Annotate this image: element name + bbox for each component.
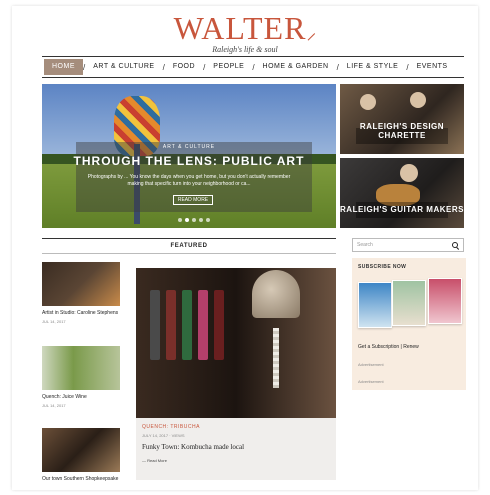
slider-dot[interactable] [192,218,196,222]
page-frame: WALTER⸝ Raleigh's life & soul HOME / ART… [12,6,478,490]
beer-tap [166,290,176,360]
big-card-meta: JULY 14, 2017 · VIEWS [142,433,185,438]
featured-heading: FEATURED [42,238,336,254]
featured-card[interactable]: Quench: Juice Wine JUL 14, 2017 [42,346,120,408]
card-image [42,428,120,472]
nav-item-events[interactable]: EVENTS [409,59,456,75]
side-story-label: RALEIGH'S DESIGN CHARETTE [359,122,445,140]
beer-tap [150,290,160,360]
card-image [42,346,120,390]
search-icon[interactable] [452,241,459,249]
slider-dots [178,218,210,222]
nav-item-art-culture[interactable]: ART & CULTURE [85,59,162,75]
side-story-guitar-makers[interactable]: RALEIGH'S GUITAR MAKERS [340,158,464,228]
beer-tap [214,290,224,360]
nav-item-food[interactable]: FOOD [165,59,203,75]
featured-card[interactable]: Artist in Studio: Caroline Stephens JUL … [42,262,120,324]
read-more-button[interactable]: READ MORE [173,195,213,205]
site-tagline: Raleigh's life & soul [212,45,278,54]
sidebar: Search SUBSCRIBE NOW Get a Subscription … [348,238,472,390]
advertisement-label: Advertisement [358,379,384,384]
hero-description: Photographs by ... You know the days whe… [87,174,291,187]
search-placeholder: Search [357,242,373,248]
logo-swash-icon: ⸝ [306,22,317,44]
hero-slider[interactable]: ART & CULTURE THROUGH THE LENS: PUBLIC A… [42,84,336,228]
hero-title[interactable]: THROUGH THE LENS: PUBLIC ART [42,154,336,168]
nav-item-people[interactable]: PEOPLE [205,59,252,75]
beer-tap [182,290,192,360]
card-title[interactable]: Quench: Juice Wine [42,394,120,400]
magazine-cover [392,280,426,326]
hero-kicker[interactable]: ART & CULTURE [42,144,336,150]
subscribe-box: SUBSCRIBE NOW Get a Subscription | Renew… [352,258,466,390]
person-figure [400,164,418,182]
beer-tap [198,290,208,360]
card-meta: JUL 14, 2017 [42,403,66,408]
big-card-image [136,268,336,418]
big-card-title[interactable]: Funky Town: Kombucha made local [142,443,330,451]
big-featured-card[interactable]: QUENCH: TRIBUCHA JULY 14, 2017 · VIEWS F… [136,268,336,480]
side-story-label: RALEIGH'S GUITAR MAKERS [340,205,464,214]
slider-dot-active[interactable] [185,218,189,222]
advertisement-label: Advertisement [358,362,384,367]
card-title[interactable]: Our town Southern Shopkeepsake [42,476,120,482]
slider-dot[interactable] [199,218,203,222]
big-card-kicker[interactable]: QUENCH: TRIBUCHA [142,424,330,430]
slider-dot[interactable] [206,218,210,222]
read-more-link[interactable]: — Read More [142,458,330,463]
logo-text: WALTER [173,10,307,46]
nav-item-home-garden[interactable]: HOME & GARDEN [255,59,337,75]
nav-item-life-style[interactable]: LIFE & STYLE [339,59,407,75]
magazine-cover [358,282,392,328]
bell-image [252,270,300,318]
search-input[interactable]: Search [352,238,464,252]
main-nav: HOME / ART & CULTURE / FOOD / PEOPLE / H… [42,56,464,78]
card-title[interactable]: Artist in Studio: Caroline Stephens [42,310,120,316]
card-image [42,262,120,306]
slider-dot[interactable] [178,218,182,222]
rope-image [273,328,279,388]
read-more-label: Read More [147,458,167,463]
nav-item-home[interactable]: HOME [44,59,83,75]
magazine-cover [428,278,462,324]
person-figure [360,94,376,110]
subscribe-title: SUBSCRIBE NOW [358,264,407,270]
magazine-covers[interactable] [358,276,462,338]
masthead: WALTER⸝ Raleigh's life & soul [12,12,478,54]
site-logo[interactable]: WALTER⸝ [12,12,478,45]
subscription-link[interactable]: Get a Subscription | Renew [358,344,460,350]
featured-card[interactable]: Our town Southern Shopkeepsake [42,428,120,482]
person-figure [410,92,426,108]
side-story-design-charette[interactable]: RALEIGH'S DESIGN CHARETTE [340,84,464,154]
card-meta: JUL 14, 2017 [42,319,66,324]
